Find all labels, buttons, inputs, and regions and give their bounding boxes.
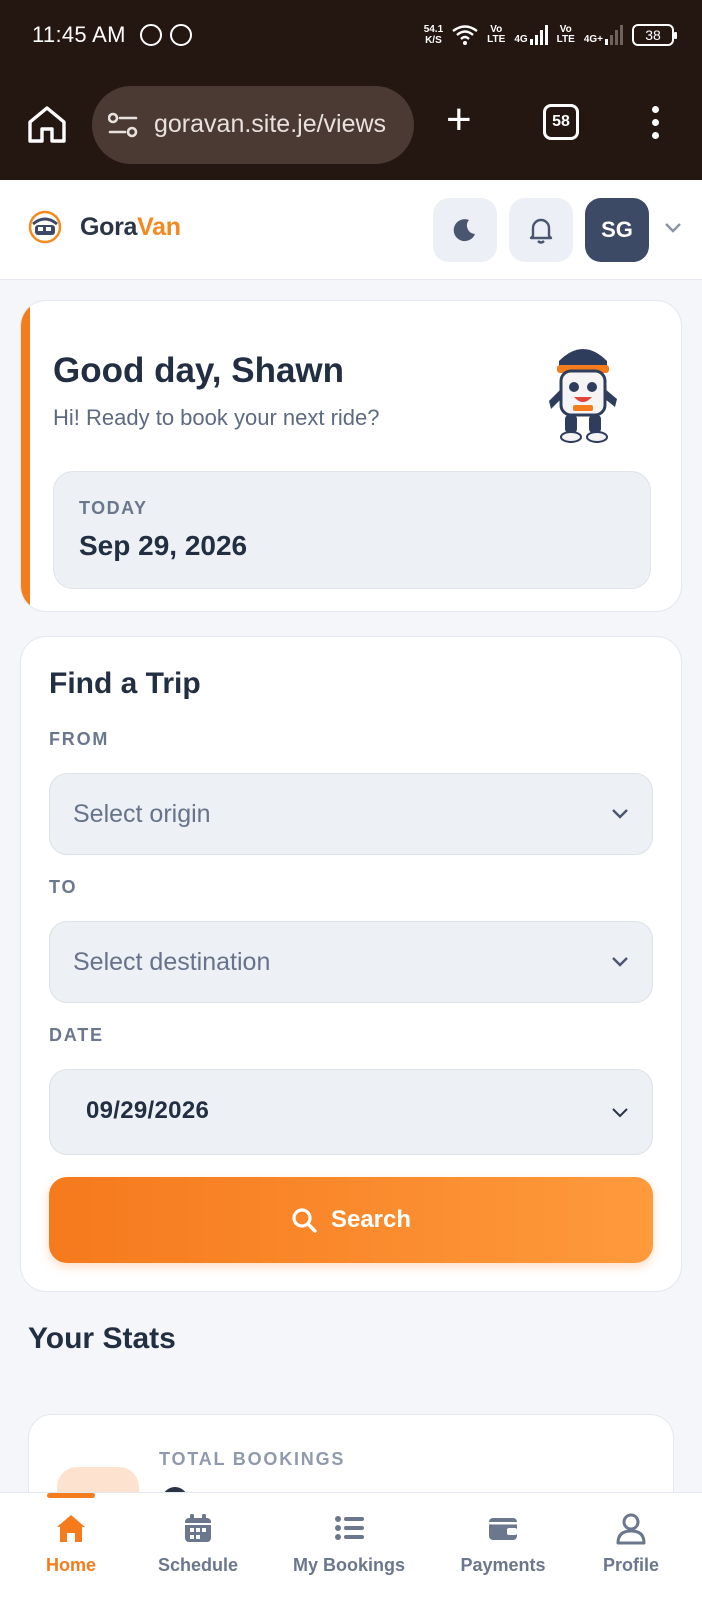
site-settings-icon[interactable] xyxy=(108,112,138,138)
find-trip-title: Find a Trip xyxy=(49,667,201,700)
search-icon xyxy=(292,1208,317,1233)
date-value: 09/29/2026 xyxy=(86,1097,210,1124)
origin-placeholder: Select origin xyxy=(73,800,211,828)
new-tab-icon[interactable]: + xyxy=(446,98,472,142)
home-icon xyxy=(57,1515,85,1542)
nav-schedule-label: Schedule xyxy=(157,1555,239,1575)
nav-active-indicator xyxy=(47,1493,95,1498)
nav-my-bookings-label: My Bookings xyxy=(292,1555,405,1575)
van-mascot-icon xyxy=(549,349,617,443)
date-input[interactable]: 09/29/2026 xyxy=(49,1069,653,1155)
find-trip-card: Find a Trip FROM Select origin TO Select… xyxy=(20,636,682,1292)
bell-icon xyxy=(529,218,553,244)
list-icon xyxy=(335,1516,364,1540)
status-time: 11:45 AM xyxy=(32,22,126,47)
calendar-icon xyxy=(185,1514,211,1542)
dark-mode-toggle[interactable] xyxy=(433,198,497,262)
nav-profile[interactable]: Profile xyxy=(586,1511,676,1591)
search-button[interactable]: Search xyxy=(49,1177,653,1263)
nav-home[interactable]: Home xyxy=(20,1511,122,1591)
today-panel: TODAY Sep 29, 2026 xyxy=(53,471,651,589)
chevron-down-icon[interactable] xyxy=(664,220,682,234)
bottom-nav: Home Schedule My Bookings Payments Profi… xyxy=(0,1492,702,1600)
today-date: Sep 29, 2026 xyxy=(79,530,248,561)
notifications-button[interactable] xyxy=(509,198,573,262)
chevron-down-icon xyxy=(612,1108,628,1118)
from-label: FROM xyxy=(49,729,110,749)
goravan-logo-icon[interactable] xyxy=(28,210,62,244)
chevron-down-icon xyxy=(612,809,628,819)
wifi-icon xyxy=(452,25,478,45)
date-label: DATE xyxy=(49,1025,104,1045)
network-speed: 54.1 K/S xyxy=(423,24,444,46)
search-button-label: Search xyxy=(330,1206,412,1233)
messenger-icon xyxy=(140,24,162,46)
nav-home-label: Home xyxy=(45,1555,96,1575)
volte-1: Vo LTE xyxy=(487,24,506,45)
tab-switcher-button[interactable]: 58 xyxy=(543,104,579,140)
nav-payments[interactable]: Payments xyxy=(448,1511,558,1591)
signal-1-icon xyxy=(529,25,548,45)
chevron-down-icon xyxy=(612,957,628,967)
nav-my-bookings[interactable]: My Bookings xyxy=(284,1511,414,1591)
brand-name[interactable]: GoraVan xyxy=(80,213,181,242)
volte-2: Vo LTE xyxy=(556,24,575,45)
nav-schedule[interactable]: Schedule xyxy=(148,1511,248,1591)
app-header: GoraVan SG xyxy=(0,180,702,280)
nav-profile-label: Profile xyxy=(602,1555,659,1575)
greeting-card: Good day, Shawn Hi! Ready to book your n… xyxy=(20,300,682,612)
greeting-subtitle: Hi! Ready to book your next ride? xyxy=(53,405,380,430)
viber-icon xyxy=(170,24,192,46)
status-bar: 11:45 AM 54.1 K/S Vo LTE 4G Vo LTE 4G+ 3… xyxy=(0,0,702,72)
today-label: TODAY xyxy=(79,498,148,518)
network-type-1: 4G xyxy=(514,34,528,45)
avatar[interactable]: SG xyxy=(585,198,649,262)
nav-payments-label: Payments xyxy=(460,1555,546,1575)
network-type-2: 4G+ xyxy=(583,34,603,45)
stats-title: Your Stats xyxy=(28,1322,176,1355)
destination-placeholder: Select destination xyxy=(73,948,271,976)
to-label: TO xyxy=(49,877,78,897)
browser-toolbar: goravan.site.je/views + 58 xyxy=(0,72,702,180)
moon-icon xyxy=(453,219,475,242)
url-text[interactable]: goravan.site.je/views xyxy=(154,110,404,139)
wallet-icon xyxy=(489,1518,517,1540)
greeting-title: Good day, Shawn xyxy=(53,351,345,390)
total-bookings-label: TOTAL BOOKINGS xyxy=(159,1449,346,1469)
status-indicators: 54.1 K/S Vo LTE 4G Vo LTE 4G+ 38 xyxy=(423,18,677,52)
battery-icon: 38 xyxy=(632,24,677,46)
signal-2-icon xyxy=(605,25,623,45)
address-bar[interactable]: goravan.site.je/views xyxy=(92,86,414,164)
origin-select[interactable]: Select origin xyxy=(49,773,653,855)
browser-home-icon[interactable] xyxy=(26,104,68,144)
destination-select[interactable]: Select destination xyxy=(49,921,653,1003)
browser-menu-icon[interactable] xyxy=(650,106,660,142)
user-icon xyxy=(616,1513,646,1545)
